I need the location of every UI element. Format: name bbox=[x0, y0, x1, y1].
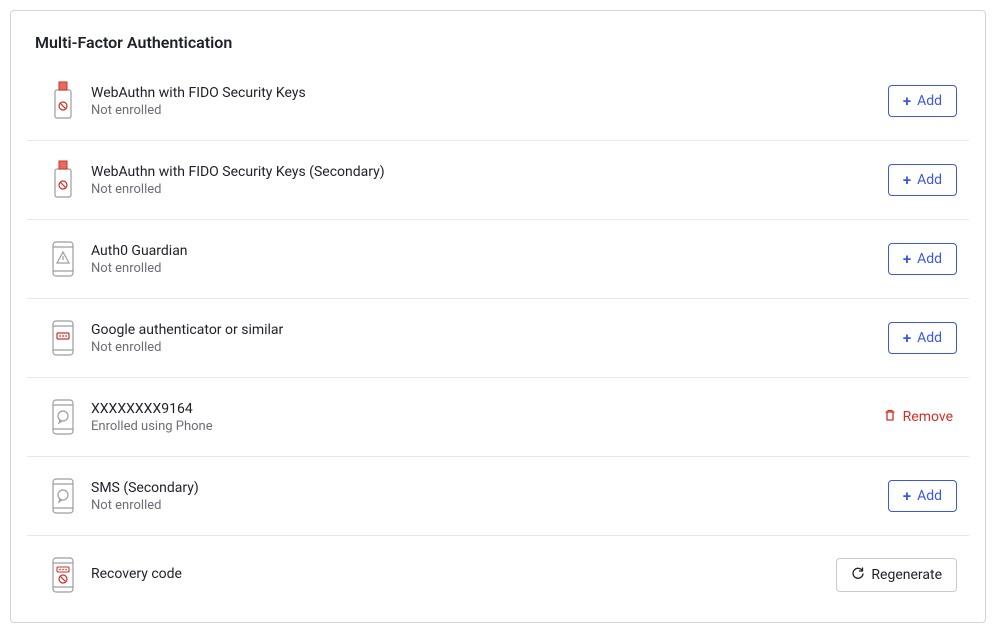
row-body: WebAuthn with FIDO Security Keys (Second… bbox=[87, 164, 888, 197]
mfa-row-webauthn: WebAuthn with FIDO Security Keys Not enr… bbox=[27, 62, 969, 141]
row-subtitle: Enrolled using Phone bbox=[91, 419, 879, 434]
add-label: Add bbox=[917, 330, 942, 346]
row-body: Auth0 Guardian Not enrolled bbox=[87, 243, 888, 276]
refresh-icon bbox=[851, 566, 865, 584]
add-label: Add bbox=[917, 172, 942, 188]
mfa-row-google-auth: Google authenticator or similar Not enro… bbox=[27, 299, 969, 378]
regenerate-button[interactable]: Regenerate bbox=[836, 558, 957, 592]
mfa-panel: Multi-Factor Authentication WebAuthn wit… bbox=[10, 10, 986, 623]
row-body: Recovery code bbox=[87, 566, 836, 584]
row-title: Recovery code bbox=[91, 566, 836, 582]
add-label: Add bbox=[917, 251, 942, 267]
plus-icon: + bbox=[903, 173, 911, 188]
remove-label: Remove bbox=[903, 409, 953, 425]
row-body: Google authenticator or similar Not enro… bbox=[87, 322, 888, 355]
recovery-code-icon bbox=[39, 554, 87, 596]
plus-icon: + bbox=[903, 331, 911, 346]
trash-icon bbox=[883, 408, 897, 426]
mfa-row-webauthn-secondary: WebAuthn with FIDO Security Keys (Second… bbox=[27, 141, 969, 220]
add-button[interactable]: + Add bbox=[888, 243, 957, 275]
guardian-phone-icon bbox=[39, 238, 87, 280]
row-subtitle: Not enrolled bbox=[91, 261, 888, 276]
add-label: Add bbox=[917, 488, 942, 504]
security-key-icon bbox=[39, 159, 87, 201]
plus-icon: + bbox=[903, 252, 911, 267]
add-button[interactable]: + Add bbox=[888, 480, 957, 512]
row-body: XXXXXXXX9164 Enrolled using Phone bbox=[87, 401, 879, 434]
mfa-row-phone-enrolled: XXXXXXXX9164 Enrolled using Phone Remove bbox=[27, 378, 969, 457]
plus-icon: + bbox=[903, 94, 911, 109]
add-label: Add bbox=[917, 93, 942, 109]
row-subtitle: Not enrolled bbox=[91, 340, 888, 355]
sms-phone-icon bbox=[39, 475, 87, 517]
regenerate-label: Regenerate bbox=[871, 567, 942, 583]
add-button[interactable]: + Add bbox=[888, 85, 957, 117]
mfa-row-guardian: Auth0 Guardian Not enrolled + Add bbox=[27, 220, 969, 299]
plus-icon: + bbox=[903, 489, 911, 504]
row-subtitle: Not enrolled bbox=[91, 498, 888, 513]
security-key-icon bbox=[39, 80, 87, 122]
mfa-row-recovery: Recovery code Regenerate bbox=[27, 536, 969, 614]
sms-phone-icon bbox=[39, 396, 87, 438]
row-body: SMS (Secondary) Not enrolled bbox=[87, 480, 888, 513]
row-subtitle: Not enrolled bbox=[91, 103, 888, 118]
row-title: WebAuthn with FIDO Security Keys (Second… bbox=[91, 164, 888, 180]
remove-button[interactable]: Remove bbox=[879, 401, 957, 433]
add-button[interactable]: + Add bbox=[888, 164, 957, 196]
panel-title: Multi-Factor Authentication bbox=[11, 11, 985, 62]
row-title: Google authenticator or similar bbox=[91, 322, 888, 338]
row-title: SMS (Secondary) bbox=[91, 480, 888, 496]
row-title: XXXXXXXX9164 bbox=[91, 401, 879, 417]
authenticator-phone-icon bbox=[39, 317, 87, 359]
row-subtitle: Not enrolled bbox=[91, 182, 888, 197]
add-button[interactable]: + Add bbox=[888, 322, 957, 354]
mfa-row-sms-secondary: SMS (Secondary) Not enrolled + Add bbox=[27, 457, 969, 536]
row-title: WebAuthn with FIDO Security Keys bbox=[91, 85, 888, 101]
row-title: Auth0 Guardian bbox=[91, 243, 888, 259]
row-body: WebAuthn with FIDO Security Keys Not enr… bbox=[87, 85, 888, 118]
